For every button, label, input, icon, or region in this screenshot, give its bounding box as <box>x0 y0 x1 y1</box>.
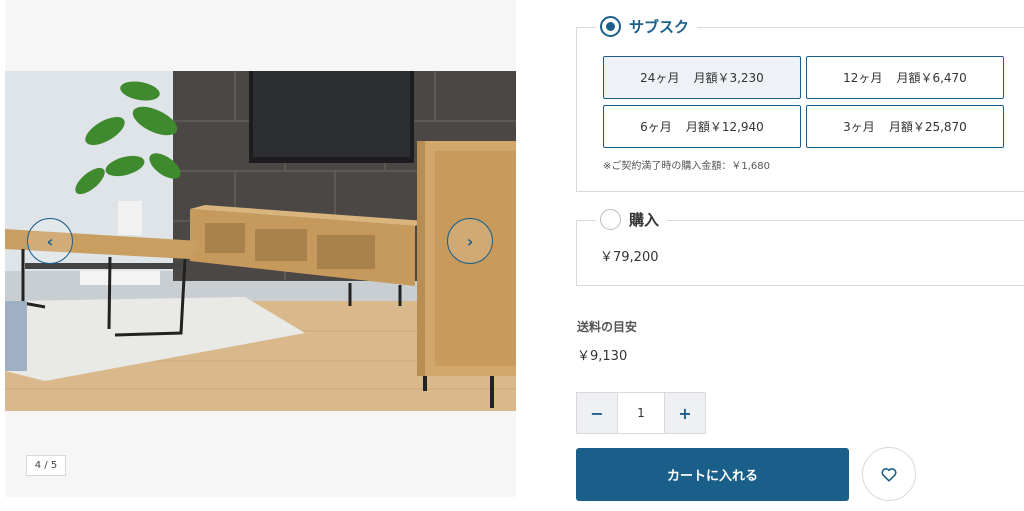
shipping-price: ￥9,130 <box>577 349 628 364</box>
plan-12-months[interactable]: 12ヶ月 月額￥6,470 <box>806 56 1004 99</box>
subscription-option-radio[interactable]: サブスク <box>596 16 698 37</box>
chevron-right-icon: › <box>466 231 474 251</box>
quantity-increase-button[interactable]: + <box>664 392 706 434</box>
heart-icon <box>881 467 897 482</box>
buyout-price-note: ※ご契約満了時の購入金額：￥1,680 <box>603 161 771 172</box>
plan-term: 12ヶ月 <box>843 71 883 85</box>
purchase-option-radio[interactable]: 購入 <box>596 209 668 230</box>
product-photo-illustration <box>5 71 516 411</box>
gallery-prev-button[interactable]: ‹ <box>27 218 73 264</box>
plan-term: 24ヶ月 <box>640 71 680 85</box>
radio-checked-icon <box>600 16 621 37</box>
favorite-button[interactable] <box>862 447 916 501</box>
product-photo <box>5 71 516 411</box>
product-gallery: ‹ › 4 / 5 <box>5 0 516 497</box>
gallery-counter: 4 / 5 <box>26 455 66 476</box>
plan-term: 6ヶ月 <box>640 120 672 134</box>
plus-icon: + <box>678 403 692 423</box>
radio-unchecked-icon <box>600 209 621 230</box>
plan-price: 月額￥3,230 <box>693 71 764 85</box>
gallery-next-button[interactable]: › <box>447 218 493 264</box>
plan-price: 月額￥25,870 <box>888 120 967 134</box>
purchase-price: ￥79,200 <box>600 250 659 265</box>
chevron-left-icon: ‹ <box>46 231 54 251</box>
plan-term: 3ヶ月 <box>843 120 875 134</box>
quantity-input[interactable] <box>618 392 664 434</box>
purchase-title: 購入 <box>629 211 660 229</box>
plan-price: 月額￥12,940 <box>685 120 764 134</box>
plan-price: 月額￥6,470 <box>896 71 967 85</box>
plan-3-months[interactable]: 3ヶ月 月額￥25,870 <box>806 105 1004 148</box>
quantity-decrease-button[interactable]: − <box>576 392 618 434</box>
add-to-cart-button[interactable]: カートに入れる <box>576 448 849 501</box>
subscription-title: サブスク <box>629 18 690 36</box>
minus-icon: − <box>590 403 604 423</box>
shipping-label: 送料の目安 <box>577 320 638 334</box>
quantity-stepper: − + <box>576 392 706 434</box>
plan-24-months[interactable]: 24ヶ月 月額￥3,230 <box>603 56 801 99</box>
plan-6-months[interactable]: 6ヶ月 月額￥12,940 <box>603 105 801 148</box>
